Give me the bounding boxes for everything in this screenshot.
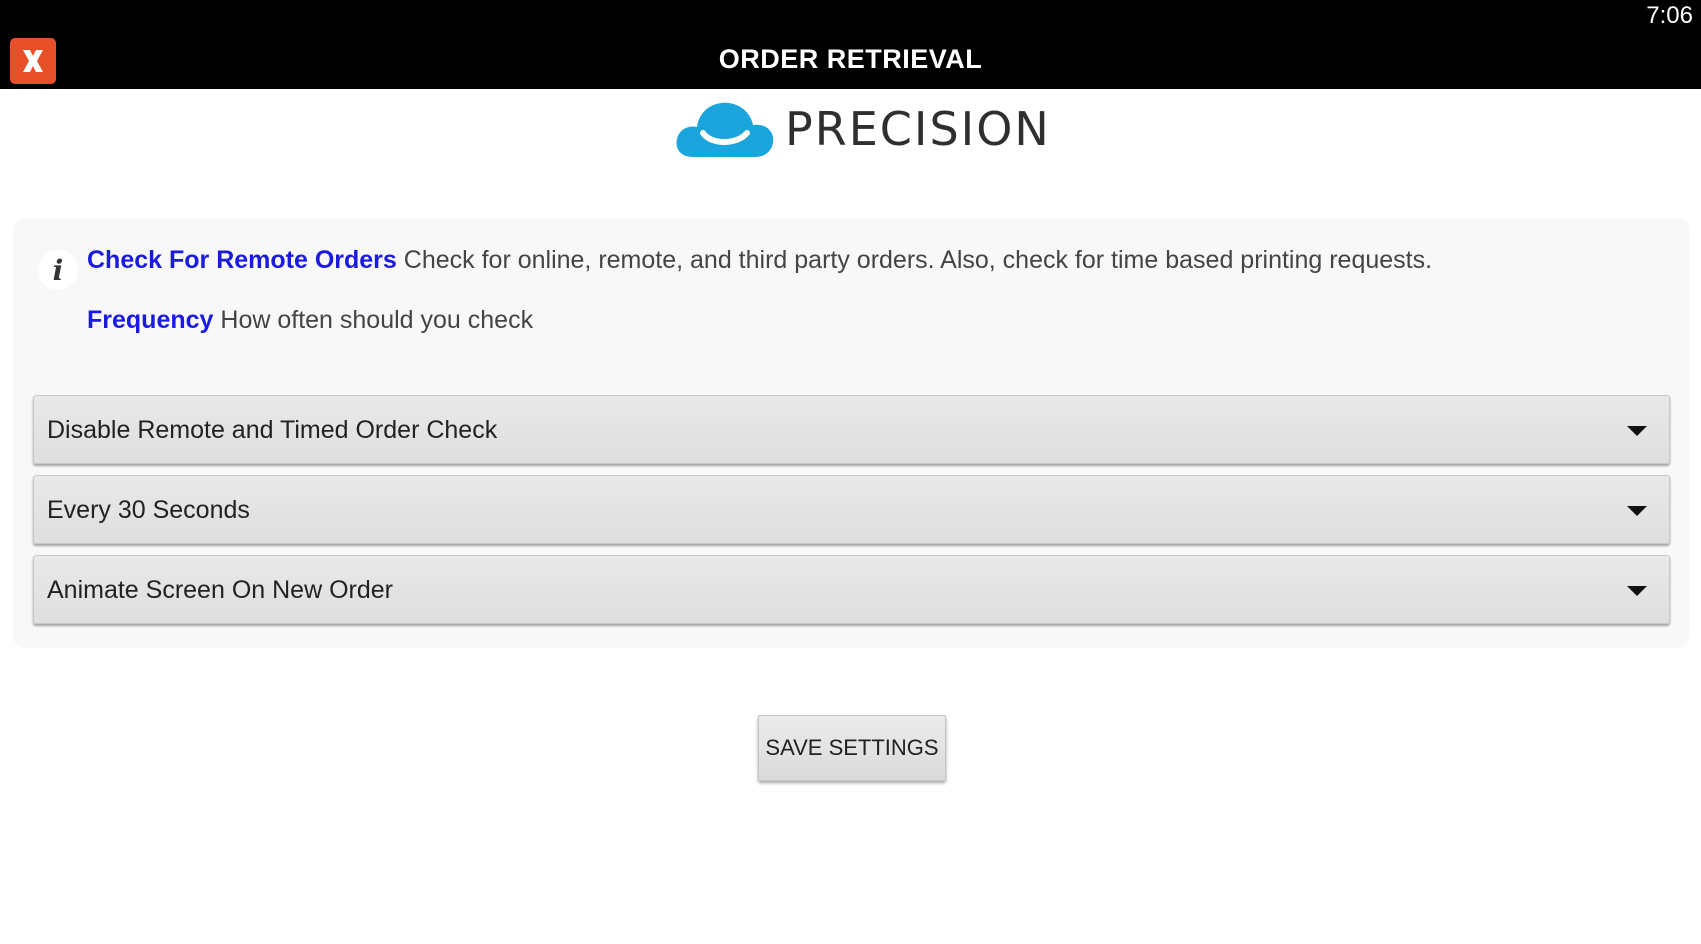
info-line-remote-orders: Check For Remote Orders Check for online… <box>87 246 1432 275</box>
select-value: Animate Screen On New Order <box>47 576 393 604</box>
info-description: How often should you check <box>220 306 534 334</box>
top-bar: 7:06 ORDER RETRIEVAL <box>0 0 1701 89</box>
select-value: Disable Remote and Timed Order Check <box>47 416 498 444</box>
info-label: Frequency <box>87 306 214 334</box>
remote-order-check-select[interactable]: Disable Remote and Timed Order Check <box>33 395 1670 464</box>
frequency-select[interactable]: Every 30 Seconds <box>33 475 1670 544</box>
page-title: ORDER RETRIEVAL <box>718 44 983 74</box>
info-icon: i <box>38 250 78 290</box>
cloud-logo-icon <box>676 102 774 157</box>
logo: PRECISION <box>675 96 1051 162</box>
select-value: Every 30 Seconds <box>47 496 250 524</box>
chevron-down-icon <box>1627 506 1647 516</box>
info-line-frequency: Frequency How often should you check <box>87 306 533 335</box>
info-label: Check For Remote Orders <box>87 246 397 274</box>
chevron-down-icon <box>1627 426 1647 436</box>
save-settings-button[interactable]: SAVE SETTINGS <box>758 715 946 781</box>
status-time: 7:06 <box>1646 2 1693 29</box>
settings-panel: i Check For Remote Orders Check for onli… <box>13 218 1689 648</box>
logo-text: PRECISION <box>785 102 1051 156</box>
animate-screen-select[interactable]: Animate Screen On New Order <box>33 555 1670 624</box>
chevron-down-icon <box>1627 586 1647 596</box>
info-description: Check for online, remote, and third part… <box>403 246 1433 274</box>
